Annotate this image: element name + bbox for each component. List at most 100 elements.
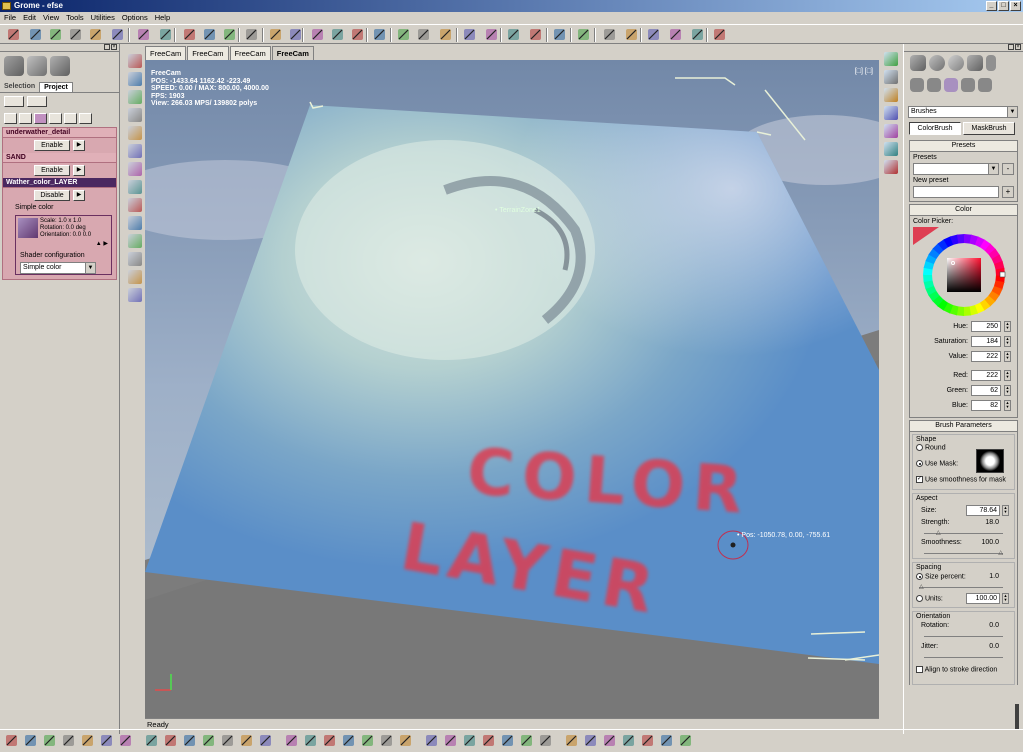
tool-icon[interactable] [621, 733, 636, 748]
tab-freecam-2[interactable]: FreeCam [187, 46, 229, 60]
tab-project[interactable]: Project [39, 82, 73, 92]
layer-arrow-button[interactable]: ▶ [73, 165, 85, 176]
slider-thumb[interactable]: △ [998, 549, 1003, 556]
tool-icon[interactable] [23, 733, 38, 748]
red-input[interactable]: 222 [971, 370, 1001, 381]
tool-icon[interactable] [310, 27, 325, 42]
paint-tool-5-icon[interactable] [978, 78, 992, 92]
tool-icon[interactable] [712, 27, 727, 42]
side-tool-icon[interactable] [884, 88, 898, 102]
panel-close-button[interactable]: × [1015, 44, 1021, 50]
tool-icon[interactable] [28, 27, 43, 42]
presets-select[interactable]: ▼ [913, 163, 999, 175]
side-tool-icon[interactable] [128, 72, 142, 86]
tool-icon[interactable] [583, 733, 598, 748]
tool-icon[interactable] [552, 27, 567, 42]
tool-icon[interactable] [443, 733, 458, 748]
smoothness-mask-checkbox[interactable]: ✓ [916, 475, 923, 483]
tool-icon[interactable] [341, 733, 356, 748]
add-preset-button[interactable]: + [1002, 186, 1014, 198]
tool-icon[interactable] [396, 27, 411, 42]
tool-icon[interactable] [80, 733, 95, 748]
green-spinner[interactable]: ▲ ▼ [1004, 385, 1011, 396]
shader-select[interactable]: Simple color ▼ [20, 262, 96, 274]
paint-tool-1-icon[interactable] [910, 78, 924, 92]
blue-input[interactable]: 82 [971, 400, 1001, 411]
size-input[interactable]: 78.64 [966, 505, 1000, 516]
side-tool-icon[interactable] [884, 160, 898, 174]
side-tool-icon[interactable] [128, 144, 142, 158]
new-preset-input[interactable] [913, 186, 999, 198]
tool-icon[interactable] [288, 27, 303, 42]
tool-icon[interactable] [220, 733, 235, 748]
smoothness-mask-option[interactable]: ✓ Use smoothness for mask [916, 475, 1011, 483]
blue-spinner[interactable]: ▲ ▼ [1004, 400, 1011, 411]
menu-help[interactable]: Help [155, 12, 170, 24]
smoothness-slider[interactable]: △ [924, 546, 1003, 556]
tool-1-button[interactable] [4, 113, 17, 124]
presets-header[interactable]: Presets [910, 141, 1017, 152]
menu-tools[interactable]: Tools [66, 12, 84, 24]
minimize-button[interactable]: _ [986, 1, 997, 11]
tool-icon[interactable] [284, 733, 299, 748]
panel-pin-button[interactable] [1008, 44, 1014, 50]
tool-icon[interactable] [330, 27, 345, 42]
side-tool-icon[interactable] [128, 126, 142, 140]
value-spinner[interactable]: ▲ ▼ [1004, 351, 1011, 362]
tool-icon[interactable] [136, 27, 151, 42]
round-radio[interactable] [916, 444, 923, 451]
tool-icon[interactable] [350, 27, 365, 42]
color-header[interactable]: Color [910, 205, 1017, 216]
side-tool-icon[interactable] [128, 270, 142, 284]
tool-icon[interactable] [416, 27, 431, 42]
side-tool-icon[interactable] [884, 52, 898, 66]
align-option[interactable]: Align to stroke direction [916, 666, 1011, 674]
side-tool-icon[interactable] [128, 216, 142, 230]
tool-icon[interactable] [624, 27, 639, 42]
tool-icon[interactable] [659, 733, 674, 748]
hue-spinner[interactable]: ▲ ▼ [1004, 321, 1011, 332]
slider-thumb[interactable]: △ [936, 529, 941, 536]
paint-icon[interactable] [27, 56, 47, 76]
tool-icon[interactable] [144, 733, 159, 748]
saturation-input[interactable]: 184 [971, 336, 1001, 347]
tool-icon[interactable] [640, 733, 655, 748]
wrench-icon[interactable] [967, 55, 983, 71]
tool-icon[interactable] [158, 27, 173, 42]
tool-icon[interactable] [506, 27, 521, 42]
side-tool-icon[interactable] [128, 180, 142, 194]
tool-icon[interactable] [372, 27, 387, 42]
tool-icon[interactable] [438, 27, 453, 42]
units-spinner[interactable]: ▲ ▼ [1002, 593, 1009, 605]
tool-icon[interactable] [484, 27, 499, 42]
tool-icon[interactable] [202, 27, 217, 42]
layer-sand[interactable]: SAND [3, 153, 116, 163]
pin-icon[interactable] [986, 55, 996, 71]
side-tool-icon[interactable] [128, 90, 142, 104]
tool-icon[interactable] [379, 733, 394, 748]
units-input[interactable]: 100.00 [966, 593, 1000, 605]
brushes-select[interactable]: Brushes ▼ [908, 106, 1018, 118]
tool-icon[interactable] [360, 733, 375, 748]
menu-file[interactable]: File [4, 12, 16, 24]
use-mask-radio[interactable] [916, 460, 923, 468]
menu-options[interactable]: Options [122, 12, 148, 24]
tool-icon[interactable] [182, 733, 197, 748]
tab-selection[interactable]: Selection [0, 82, 39, 92]
tools-icon[interactable] [50, 56, 70, 76]
layer-enable-button[interactable]: Enable [34, 165, 70, 176]
tab-freecam-4[interactable]: FreeCam [271, 46, 314, 60]
side-tool-icon[interactable] [884, 106, 898, 120]
tool-icon[interactable] [519, 733, 534, 748]
maximize-button[interactable]: □ [998, 1, 1009, 11]
tool-icon[interactable] [602, 733, 617, 748]
tool-icon[interactable] [110, 27, 125, 42]
tool-icon[interactable] [6, 27, 21, 42]
side-tool-icon[interactable] [128, 108, 142, 122]
menu-view[interactable]: View [43, 12, 59, 24]
layer-wather-color[interactable]: Wather_color_LAYER [3, 178, 116, 188]
brush-tool-icon[interactable] [910, 55, 926, 71]
value-input[interactable]: 222 [971, 351, 1001, 362]
mask-preview[interactable] [976, 449, 1004, 473]
tool-icon[interactable] [690, 27, 705, 42]
